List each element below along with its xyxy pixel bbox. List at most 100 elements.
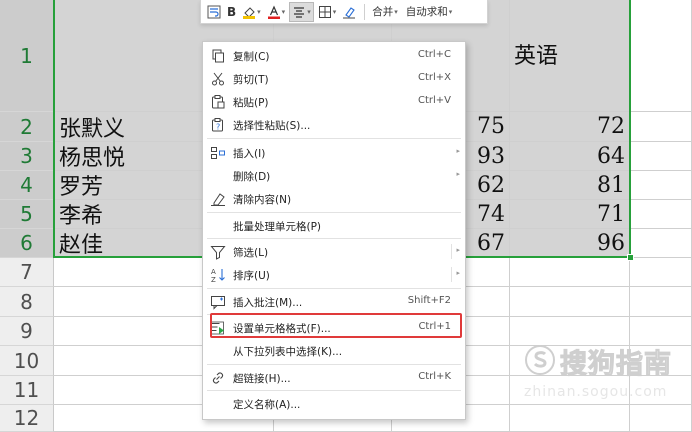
cell-e10[interactable] xyxy=(510,346,630,376)
row-header-2[interactable]: 2 xyxy=(0,112,54,142)
wrap-text-button[interactable] xyxy=(205,2,223,22)
cell-e2[interactable]: 72 xyxy=(510,112,630,142)
menu-shortcut: Ctrl+K xyxy=(418,371,451,382)
row-header-3[interactable]: 3 xyxy=(0,142,54,171)
cell-f5[interactable] xyxy=(630,200,692,229)
menu-item-insert-comment[interactable]: 插入批注(M)... Shift+F2 xyxy=(203,290,465,313)
row-header-12[interactable]: 12 xyxy=(0,405,54,432)
cell-e7[interactable] xyxy=(510,258,630,287)
cell-f1[interactable] xyxy=(630,0,692,112)
chevron-down-icon: ▾ xyxy=(394,7,398,16)
bold-button[interactable]: B xyxy=(225,2,238,22)
scissors-icon xyxy=(210,71,226,87)
autosum-button[interactable]: 自动求和 ▾ xyxy=(403,2,456,22)
cell-e6[interactable]: 96 xyxy=(510,229,630,258)
cell-f4[interactable] xyxy=(630,171,692,200)
menu-label: 粘贴(P) xyxy=(233,97,269,109)
menu-shortcut: Ctrl+X xyxy=(417,72,451,83)
cell-f10[interactable] xyxy=(630,346,692,376)
fill-handle[interactable] xyxy=(627,254,634,261)
chevron-down-icon: ▾ xyxy=(257,7,261,16)
menu-item-batch[interactable]: 批量处理单元格(P) xyxy=(203,214,465,237)
menu-label: 设置单元格格式(F)... xyxy=(233,323,331,335)
row-number: 2 xyxy=(20,114,33,139)
cell-e12[interactable] xyxy=(510,405,630,432)
menu-item-delete[interactable]: 删除(D) ▸ xyxy=(203,164,465,187)
font-color-button[interactable]: ▾ xyxy=(265,2,288,22)
merge-button[interactable]: 合并 ▾ xyxy=(369,2,401,22)
row-number: 8 xyxy=(20,289,33,314)
cell-f8[interactable] xyxy=(630,287,692,317)
menu-item-format-cells[interactable]: 设置单元格格式(F)... Ctrl+1 xyxy=(203,316,465,339)
cell-f12[interactable] xyxy=(630,405,692,432)
menu-label: 超链接(H)... xyxy=(233,373,291,385)
submenu-divider xyxy=(451,267,452,282)
border-button[interactable]: ▾ xyxy=(316,2,339,22)
menu-item-filter[interactable]: 筛选(L) ▸ xyxy=(203,240,465,263)
menu-item-paste-special[interactable]: ? 选择性粘贴(S)... xyxy=(203,113,465,136)
menu-item-cut[interactable]: 剪切(T) Ctrl+X xyxy=(203,67,465,90)
toolbar-divider xyxy=(364,3,366,20)
row-header-4[interactable]: 4 xyxy=(0,171,54,200)
row-header-5[interactable]: 5 xyxy=(0,200,54,229)
menu-label: 清除内容(N) xyxy=(233,194,292,206)
row-number: 6 xyxy=(20,231,33,255)
row-header-1[interactable]: 1 xyxy=(0,0,54,112)
cell-f9[interactable] xyxy=(630,317,692,346)
cell-e9[interactable] xyxy=(510,317,630,346)
row-number: 4 xyxy=(20,173,33,197)
cell-e1[interactable]: 英语 xyxy=(510,0,630,112)
context-menu: 复制(C) Ctrl+C 剪切(T) Ctrl+X 粘贴(P) Ctrl+V ?… xyxy=(202,41,466,420)
menu-item-clear[interactable]: 清除内容(N) xyxy=(203,187,465,210)
eraser-icon xyxy=(210,191,226,207)
eraser-icon xyxy=(342,5,356,19)
cell-f6[interactable] xyxy=(630,229,692,258)
cell-e4[interactable]: 81 xyxy=(510,171,630,200)
menu-shortcut: Ctrl+V xyxy=(417,95,451,106)
cell-f3[interactable] xyxy=(630,142,692,171)
cell-e5[interactable]: 71 xyxy=(510,200,630,229)
menu-item-insert[interactable]: 插入(I) ▸ xyxy=(203,141,465,164)
row-header-9[interactable]: 9 xyxy=(0,317,54,346)
svg-text:?: ? xyxy=(216,123,220,132)
sort-icon: AZ xyxy=(210,267,226,284)
clear-format-button[interactable] xyxy=(340,2,358,22)
menu-label: 复制(C) xyxy=(233,51,270,63)
submenu-divider xyxy=(451,244,452,259)
menu-item-sort[interactable]: AZ 排序(U) ▸ xyxy=(203,263,465,286)
row-number: 11 xyxy=(13,378,40,402)
row-header-6[interactable]: 6 xyxy=(0,229,54,258)
row-header-7[interactable]: 7 xyxy=(0,258,54,287)
cell-e11[interactable] xyxy=(510,376,630,405)
align-center-icon xyxy=(292,5,306,19)
cell-e3[interactable]: 64 xyxy=(510,142,630,171)
row-number: 7 xyxy=(20,260,33,284)
row-header-8[interactable]: 8 xyxy=(0,287,54,317)
wrap-text-icon xyxy=(207,5,221,19)
cell-f11[interactable] xyxy=(630,376,692,405)
row-number: 5 xyxy=(20,202,33,226)
row-header-11[interactable]: 11 xyxy=(0,376,54,405)
menu-label: 插入批注(M)... xyxy=(233,297,303,309)
menu-shortcut: Shift+F2 xyxy=(407,295,451,306)
svg-text:A: A xyxy=(211,268,216,276)
cell-f7[interactable] xyxy=(630,258,692,287)
menu-label: 删除(D) xyxy=(233,171,271,183)
menu-item-paste[interactable]: 粘贴(P) Ctrl+V xyxy=(203,90,465,113)
menu-item-pick-from-list[interactable]: 从下拉列表中选择(K)... xyxy=(203,339,465,362)
menu-item-define-name[interactable]: 定义名称(A)... xyxy=(203,392,465,415)
menu-shortcut: Ctrl+C xyxy=(417,49,451,60)
menu-item-hyperlink[interactable]: 超链接(H)... Ctrl+K xyxy=(203,366,465,389)
align-button[interactable]: ▾ xyxy=(289,1,314,22)
paste-special-icon: ? xyxy=(210,117,226,133)
row-header-10[interactable]: 10 xyxy=(0,346,54,376)
cell-e8[interactable] xyxy=(510,287,630,317)
format-cells-icon xyxy=(210,320,226,336)
menu-label: 定义名称(A)... xyxy=(233,399,301,411)
submenu-arrow-icon: ▸ xyxy=(456,170,460,178)
fill-color-button[interactable]: ▾ xyxy=(240,2,263,22)
cell-f2[interactable] xyxy=(630,112,692,142)
filter-icon xyxy=(210,244,226,260)
menu-item-copy[interactable]: 复制(C) Ctrl+C xyxy=(203,44,465,67)
chevron-down-icon: ▾ xyxy=(448,7,453,16)
